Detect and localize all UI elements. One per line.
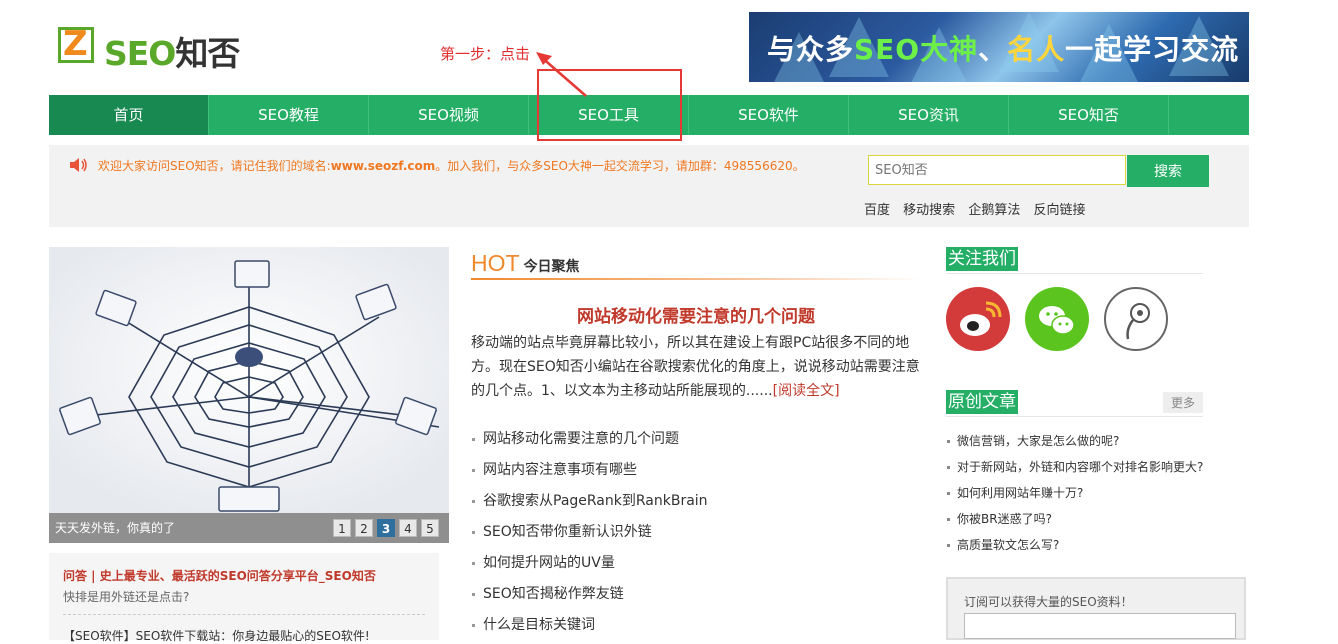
list-item[interactable]: 高质量软文怎么写?	[946, 535, 1246, 561]
qa-subtitle[interactable]: 快排是用外链还是点击?	[63, 588, 189, 605]
news-list: 网站移动化需要注意的几个问题 网站内容注意事项有哪些 谷歌搜索从PageRank…	[471, 427, 921, 644]
search-input[interactable]	[868, 155, 1126, 185]
quick-link-mobile-search[interactable]: 移动搜索	[903, 203, 955, 218]
network-web-image	[49, 247, 449, 513]
annotation-step-text: 第一步：点击	[440, 45, 531, 63]
list-item[interactable]: 对于新网站，外链和内容哪个对排名影响更大?	[946, 457, 1246, 483]
qa-title-link[interactable]: 问答 | 史上最专业、最活跃的SEO问答分享平台_SEO知否	[63, 567, 376, 584]
subscribe-box: 订阅可以获得大量的SEO资料！	[946, 577, 1246, 640]
article-summary: 移动端的站点毕竟屏幕比较小，所以其在建设上有跟PC站很多不同的地方。现在SEO知…	[471, 335, 920, 399]
list-item[interactable]: SEO知否带你重新认识外链	[471, 520, 921, 551]
nav-item-software[interactable]: SEO软件	[689, 95, 849, 135]
speaker-icon	[70, 158, 87, 172]
notice-text: 欢迎大家访问SEO知否，请记住我们的域名:www.seozf.com。加入我们，…	[98, 159, 805, 173]
nav-item-home[interactable]: 首页	[49, 95, 209, 135]
search-button[interactable]: 搜索	[1127, 155, 1209, 187]
section-title: 原创文章	[946, 390, 1018, 414]
list-item[interactable]: 微信营销，大家是怎么做的呢?	[946, 431, 1246, 457]
quick-link-penguin[interactable]: 企鹅算法	[968, 203, 1020, 218]
nav-item-tutorial[interactable]: SEO教程	[209, 95, 369, 135]
section-title: 关注我们	[946, 247, 1018, 271]
hot-label: HOT	[471, 250, 520, 276]
slider-pagination: 1 2 3 4 5	[333, 519, 439, 537]
logo-mark-icon: Z	[58, 24, 94, 64]
tencent-weibo-icon[interactable]	[1104, 287, 1168, 351]
original-articles-header: 原创文章 更多	[946, 390, 1203, 417]
headline-link[interactable]: 网站移动化需要注意的几个问题	[471, 302, 921, 327]
follow-us-header: 关注我们	[946, 247, 1203, 274]
wechat-icon[interactable]	[1025, 287, 1089, 351]
divider	[471, 278, 921, 280]
slider-page-5[interactable]: 5	[421, 519, 439, 537]
weibo-icon[interactable]	[946, 287, 1010, 351]
slider-caption-bar: 天天发外链，你真的了 1 2 3 4 5	[49, 513, 449, 543]
more-button[interactable]: 更多	[1162, 392, 1203, 413]
software-link[interactable]: 【SEO软件】SEO软件下载站：你身边最贴心的SEO软件!	[63, 627, 370, 644]
quick-links: 百度 移动搜索 企鹅算法 反向链接	[864, 199, 1094, 218]
nav-item-news[interactable]: SEO资讯	[849, 95, 1009, 135]
list-item[interactable]: 如何提升网站的UV量	[471, 551, 921, 582]
banner-text: 与众多SEO大神、名人一起学习交流	[767, 33, 1240, 66]
nav-item-video[interactable]: SEO视频	[369, 95, 529, 135]
subscribe-text: 订阅可以获得大量的SEO资料！	[964, 595, 1133, 609]
image-slider[interactable]: 天天发外链，你真的了 1 2 3 4 5	[49, 247, 449, 543]
slider-caption[interactable]: 天天发外链，你真的了	[55, 519, 175, 536]
slider-page-3[interactable]: 3	[377, 519, 395, 537]
slider-page-4[interactable]: 4	[399, 519, 417, 537]
nav-item-zhifou[interactable]: SEO知否	[1009, 95, 1169, 135]
divider	[63, 614, 425, 615]
quick-link-backlink[interactable]: 反向链接	[1033, 203, 1085, 218]
promo-banner[interactable]: 与众多SEO大神、名人一起学习交流	[749, 12, 1249, 82]
logo-text: SEO知否	[104, 34, 240, 73]
read-more-link[interactable]: [阅读全文]	[773, 383, 840, 399]
slider-page-2[interactable]: 2	[355, 519, 373, 537]
slider-page-1[interactable]: 1	[333, 519, 351, 537]
list-item[interactable]: 什么是目标关键词	[471, 613, 921, 644]
list-item[interactable]: 如何利用网站年赚十万?	[946, 483, 1246, 509]
list-item[interactable]: 谷歌搜索从PageRank到RankBrain	[471, 489, 921, 520]
quick-link-baidu[interactable]: 百度	[864, 203, 890, 218]
list-item[interactable]: 你被BR迷惑了吗?	[946, 509, 1246, 535]
annotation-arrow-icon	[536, 52, 587, 97]
original-articles-list: 微信营销，大家是怎么做的呢? 对于新网站，外链和内容哪个对排名影响更大? 如何利…	[946, 431, 1246, 561]
qa-box: 问答 | 史上最专业、最活跃的SEO问答分享平台_SEO知否 快排是用外链还是点…	[49, 553, 439, 643]
list-item[interactable]: 网站内容注意事项有哪些	[471, 458, 921, 489]
subscribe-email-input[interactable]	[964, 613, 1236, 639]
list-item[interactable]: SEO知否揭秘作弊友链	[471, 582, 921, 613]
hot-sublabel: 今日聚焦	[523, 259, 580, 275]
list-item[interactable]: 网站移动化需要注意的几个问题	[471, 427, 921, 458]
notice-bar: 欢迎大家访问SEO知否，请记住我们的域名:www.seozf.com。加入我们，…	[49, 145, 1249, 227]
